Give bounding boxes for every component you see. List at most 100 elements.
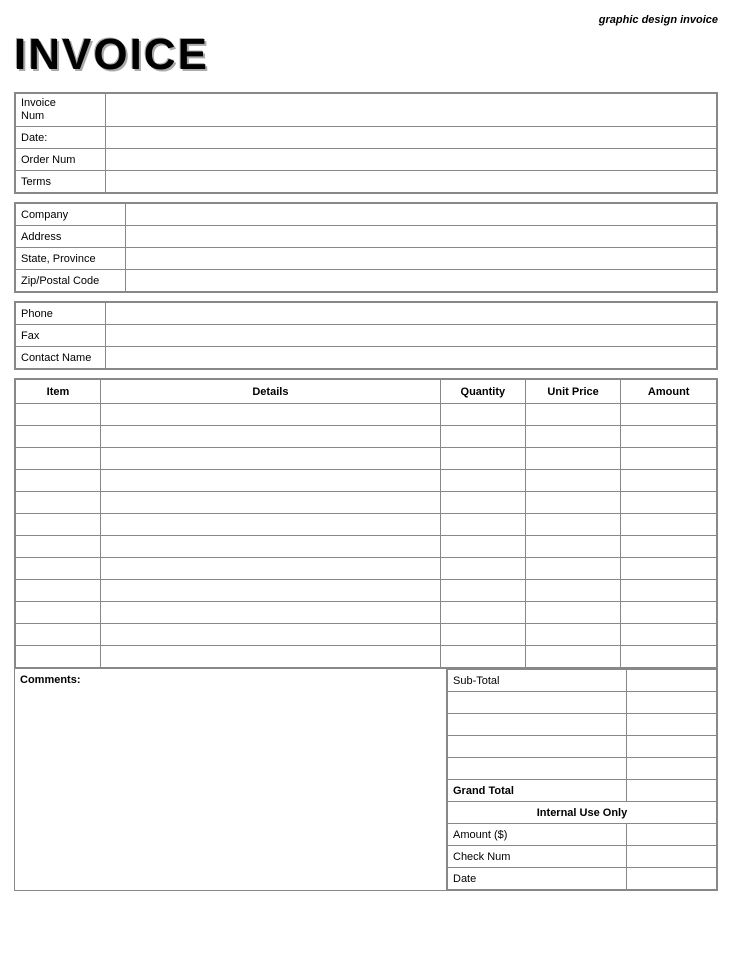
items-cell[interactable] bbox=[100, 536, 440, 558]
table-row: Company bbox=[16, 204, 717, 226]
sub-total-row: Sub-Total bbox=[448, 670, 717, 692]
items-cell[interactable] bbox=[16, 602, 101, 624]
items-cell[interactable] bbox=[16, 514, 101, 536]
extra-value-2[interactable] bbox=[627, 714, 717, 736]
address-table: Company Address State, Province Zip/Post… bbox=[15, 203, 717, 292]
items-cell[interactable] bbox=[100, 404, 440, 426]
extra-value-4[interactable] bbox=[627, 758, 717, 780]
items-cell[interactable] bbox=[621, 602, 717, 624]
contact-name-label: Contact Name bbox=[16, 347, 106, 369]
items-cell[interactable] bbox=[100, 646, 440, 668]
address-label: Address bbox=[16, 226, 126, 248]
items-cell[interactable] bbox=[16, 448, 101, 470]
items-cell[interactable] bbox=[440, 602, 525, 624]
items-cell[interactable] bbox=[16, 470, 101, 492]
address-value[interactable] bbox=[126, 226, 717, 248]
invoice-info-section: InvoiceNum Date: Order Num Terms bbox=[14, 92, 718, 194]
items-cell[interactable] bbox=[621, 470, 717, 492]
items-cell[interactable] bbox=[16, 536, 101, 558]
company-label: Company bbox=[16, 204, 126, 226]
items-cell[interactable] bbox=[100, 426, 440, 448]
items-cell[interactable] bbox=[100, 492, 440, 514]
items-cell[interactable] bbox=[440, 536, 525, 558]
items-cell[interactable] bbox=[16, 492, 101, 514]
order-num-value[interactable] bbox=[106, 149, 717, 171]
extra-row-2 bbox=[448, 714, 717, 736]
items-cell[interactable] bbox=[100, 602, 440, 624]
items-cell[interactable] bbox=[621, 514, 717, 536]
items-cell[interactable] bbox=[525, 492, 621, 514]
internal-use-label: Internal Use Only bbox=[448, 802, 717, 824]
items-cell[interactable] bbox=[100, 470, 440, 492]
phone-value[interactable] bbox=[106, 303, 717, 325]
items-cell[interactable] bbox=[525, 624, 621, 646]
items-cell[interactable] bbox=[621, 624, 717, 646]
items-row bbox=[16, 558, 717, 580]
items-cell[interactable] bbox=[621, 536, 717, 558]
items-cell[interactable] bbox=[440, 646, 525, 668]
items-cell[interactable] bbox=[440, 514, 525, 536]
items-cell[interactable] bbox=[16, 426, 101, 448]
items-cell[interactable] bbox=[525, 580, 621, 602]
invoice-num-label: InvoiceNum bbox=[16, 94, 106, 127]
extra-value-1[interactable] bbox=[627, 692, 717, 714]
items-cell[interactable] bbox=[16, 624, 101, 646]
items-cell[interactable] bbox=[100, 624, 440, 646]
items-row bbox=[16, 514, 717, 536]
items-cell[interactable] bbox=[440, 404, 525, 426]
items-cell[interactable] bbox=[440, 448, 525, 470]
items-cell[interactable] bbox=[621, 646, 717, 668]
fax-value[interactable] bbox=[106, 325, 717, 347]
items-cell[interactable] bbox=[525, 536, 621, 558]
items-cell[interactable] bbox=[16, 558, 101, 580]
items-cell[interactable] bbox=[525, 646, 621, 668]
items-cell[interactable] bbox=[525, 514, 621, 536]
state-province-value[interactable] bbox=[126, 248, 717, 270]
items-cell[interactable] bbox=[621, 426, 717, 448]
items-cell[interactable] bbox=[525, 448, 621, 470]
sub-total-value[interactable] bbox=[627, 670, 717, 692]
items-cell[interactable] bbox=[621, 448, 717, 470]
invoice-num-value[interactable] bbox=[106, 94, 717, 127]
items-cell[interactable] bbox=[621, 558, 717, 580]
date-value[interactable] bbox=[106, 127, 717, 149]
amount-row: Amount ($) bbox=[448, 824, 717, 846]
totals-date-value[interactable] bbox=[627, 868, 717, 890]
items-cell[interactable] bbox=[621, 492, 717, 514]
terms-value[interactable] bbox=[106, 171, 717, 193]
items-cell[interactable] bbox=[621, 580, 717, 602]
items-cell[interactable] bbox=[16, 404, 101, 426]
items-cell[interactable] bbox=[440, 624, 525, 646]
items-cell[interactable] bbox=[100, 448, 440, 470]
table-row: InvoiceNum bbox=[16, 94, 717, 127]
items-cell[interactable] bbox=[525, 470, 621, 492]
items-cell[interactable] bbox=[525, 426, 621, 448]
extra-label-4 bbox=[448, 758, 627, 780]
items-cell[interactable] bbox=[621, 404, 717, 426]
zip-postal-value[interactable] bbox=[126, 270, 717, 292]
items-table: Item Details Quantity Unit Price Amount bbox=[15, 379, 717, 668]
table-row: Fax bbox=[16, 325, 717, 347]
items-cell[interactable] bbox=[440, 426, 525, 448]
items-cell[interactable] bbox=[525, 404, 621, 426]
items-cell[interactable] bbox=[440, 470, 525, 492]
table-row: Zip/Postal Code bbox=[16, 270, 717, 292]
company-value[interactable] bbox=[126, 204, 717, 226]
items-cell[interactable] bbox=[440, 492, 525, 514]
check-num-value[interactable] bbox=[627, 846, 717, 868]
items-cell[interactable] bbox=[440, 558, 525, 580]
items-cell[interactable] bbox=[525, 558, 621, 580]
items-cell[interactable] bbox=[16, 646, 101, 668]
items-cell[interactable] bbox=[16, 580, 101, 602]
items-cell[interactable] bbox=[525, 602, 621, 624]
items-cell[interactable] bbox=[100, 580, 440, 602]
extra-value-3[interactable] bbox=[627, 736, 717, 758]
contact-name-value[interactable] bbox=[106, 347, 717, 369]
items-cell[interactable] bbox=[100, 514, 440, 536]
grand-total-value[interactable] bbox=[627, 780, 717, 802]
amount-value[interactable] bbox=[627, 824, 717, 846]
items-cell[interactable] bbox=[100, 558, 440, 580]
items-cell[interactable] bbox=[440, 580, 525, 602]
date-label: Date: bbox=[16, 127, 106, 149]
items-row bbox=[16, 470, 717, 492]
